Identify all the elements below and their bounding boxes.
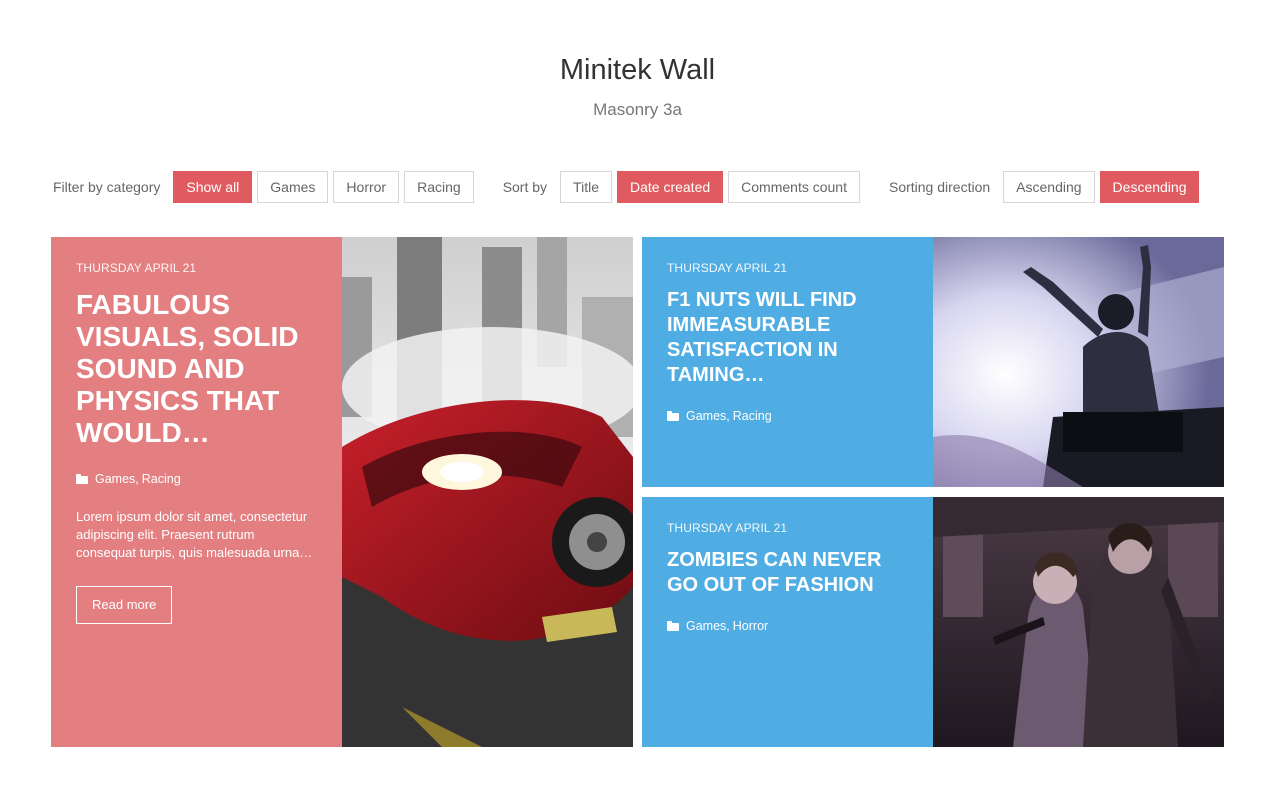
- article-image-racing-driver[interactable]: [933, 237, 1224, 487]
- category-link-games[interactable]: Games: [95, 472, 135, 486]
- category-link-games[interactable]: Games: [686, 619, 726, 633]
- sort-comments-count-button[interactable]: Comments count: [728, 171, 860, 203]
- article-categories: Games, Racing: [76, 472, 317, 486]
- filter-games-button[interactable]: Games: [257, 171, 329, 203]
- article-card: THURSDAY APRIL 21 FABULOUS VISUALS, SOLI…: [51, 237, 633, 747]
- article-image-car[interactable]: [342, 237, 633, 747]
- category-link-horror[interactable]: Horror: [733, 619, 768, 633]
- article-card-panel: THURSDAY APRIL 21 F1 NUTS WILL FIND IMME…: [642, 237, 933, 487]
- read-more-button[interactable]: Read more: [76, 586, 173, 624]
- article-card: THURSDAY APRIL 21 F1 NUTS WILL FIND IMME…: [642, 237, 1224, 487]
- article-date: THURSDAY APRIL 21: [667, 261, 788, 275]
- category-filter-label: Filter by category: [53, 179, 161, 195]
- article-image-zombie-game[interactable]: [933, 497, 1224, 747]
- filter-racing-button[interactable]: Racing: [404, 171, 474, 203]
- article-date: THURSDAY APRIL 21: [76, 261, 197, 275]
- filter-show-all-button[interactable]: Show all: [173, 171, 253, 203]
- folder-icon: [667, 411, 679, 421]
- sort-date-created-button[interactable]: Date created: [616, 171, 724, 203]
- article-categories: Games, Horror: [667, 619, 908, 633]
- page-title: Minitek Wall: [559, 54, 716, 86]
- article-title-link[interactable]: FABULOUS VISUALS, SOLID SOUND AND PHYSIC…: [76, 289, 317, 449]
- article-title-link[interactable]: ZOMBIES CAN NEVER GO OUT OF FASHION: [667, 548, 908, 598]
- article-date: THURSDAY APRIL 21: [667, 521, 788, 535]
- folder-icon: [667, 621, 679, 631]
- filter-toolbar: Filter by category Show all Games Horror…: [53, 171, 1204, 203]
- article-card-panel: THURSDAY APRIL 21 ZOMBIES CAN NEVER GO O…: [642, 497, 933, 747]
- article-card-panel: THURSDAY APRIL 21 FABULOUS VISUALS, SOLI…: [51, 237, 342, 747]
- sort-ascending-button[interactable]: Ascending: [1003, 171, 1095, 203]
- page-subtitle: Masonry 3a: [593, 100, 682, 119]
- category-link-games[interactable]: Games: [686, 409, 726, 423]
- category-link-racing[interactable]: Racing: [733, 409, 772, 423]
- sort-title-button[interactable]: Title: [560, 171, 612, 203]
- article-title-link[interactable]: F1 NUTS WILL FIND IMMEASURABLE SATISFACT…: [667, 288, 908, 388]
- folder-icon: [76, 474, 88, 484]
- category-link-racing[interactable]: Racing: [142, 472, 181, 486]
- article-categories: Games, Racing: [667, 409, 908, 423]
- sort-direction-label: Sorting direction: [888, 179, 991, 195]
- filter-horror-button[interactable]: Horror: [333, 171, 400, 203]
- article-excerpt: Lorem ipsum dolor sit amet, consectetur …: [76, 509, 313, 560]
- article-card: THURSDAY APRIL 21 ZOMBIES CAN NEVER GO O…: [642, 497, 1224, 747]
- sort-label: Sort by: [502, 179, 548, 195]
- sort-descending-button[interactable]: Descending: [1099, 171, 1200, 203]
